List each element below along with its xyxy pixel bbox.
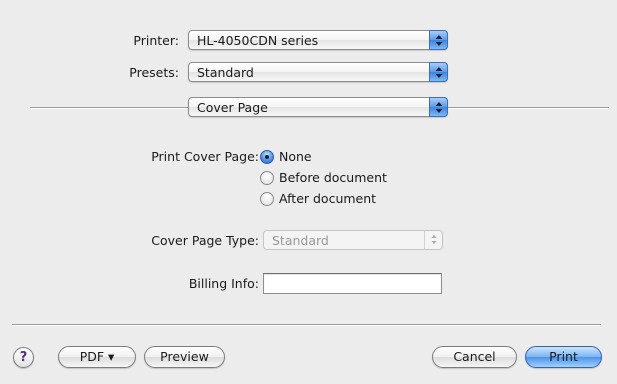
section-separator-left [30,107,188,108]
section-separator-right [448,107,609,108]
preview-button[interactable]: Preview [144,346,225,368]
printer-popup[interactable]: HL-4050CDN series [188,30,448,50]
cover-page-label: Print Cover Page: [151,149,259,164]
cover-page-type-value: Standard [272,233,329,248]
cancel-button[interactable]: Cancel [432,346,517,368]
up-down-arrows-icon [429,97,448,117]
radio-icon [260,192,274,206]
radio-selected-icon [260,150,274,164]
up-down-arrows-icon [429,62,448,82]
radio-before-document-label: Before document [279,170,387,185]
print-button[interactable]: Print [525,346,602,368]
cover-page-type-label: Cover Page Type: [151,233,259,248]
up-down-arrows-icon [424,230,443,250]
printer-value: HL-4050CDN series [197,33,319,48]
section-popup[interactable]: Cover Page [188,97,448,117]
up-down-arrows-icon [429,30,448,50]
printer-label: Printer: [133,33,179,48]
presets-value: Standard [197,65,254,80]
presets-popup[interactable]: Standard [188,62,448,82]
radio-after-document-label: After document [279,191,377,206]
billing-info-label: Billing Info: [188,276,259,291]
bottom-separator [12,324,601,325]
cover-page-type-popup[interactable]: Standard [263,230,443,250]
section-value: Cover Page [197,100,268,115]
help-icon[interactable]: ? [13,347,34,368]
pdf-button[interactable]: PDF ▾ [58,346,136,368]
billing-info-field[interactable] [263,273,442,294]
presets-label: Presets: [129,65,179,80]
radio-icon [260,171,274,185]
print-dialog: { "printer": { "label": "Printer:", "val… [0,0,617,384]
radio-none-label: None [279,149,312,164]
